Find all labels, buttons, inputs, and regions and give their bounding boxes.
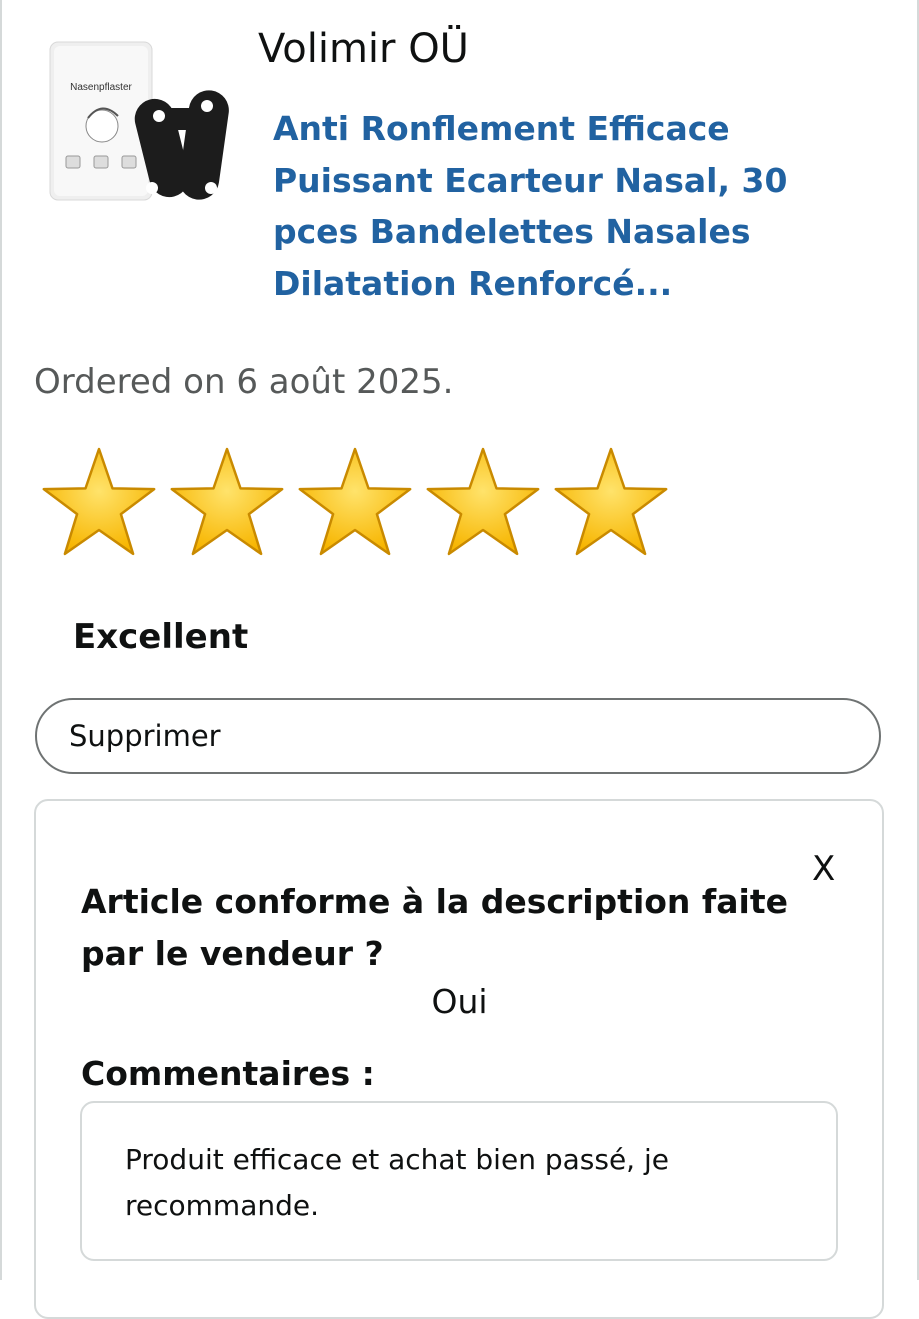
conformity-question: Article conforme à la description faite … xyxy=(81,882,789,973)
star-icon[interactable] xyxy=(166,447,288,559)
star-icon[interactable] xyxy=(550,447,672,559)
delete-button[interactable]: Supprimer xyxy=(35,698,881,774)
comments-label: Commentaires : xyxy=(81,1054,375,1093)
star-icon[interactable] xyxy=(294,447,416,559)
product-image-label: Nasenpflaster xyxy=(70,82,132,93)
product-image[interactable]: Nasenpflaster xyxy=(44,38,234,208)
rating-label: Excellent xyxy=(73,617,249,657)
star-icon[interactable] xyxy=(38,447,160,559)
product-title-link[interactable]: Anti Ronflement Efficace Puissant Ecarte… xyxy=(273,103,833,309)
star-icon[interactable] xyxy=(422,447,544,559)
comment-text: Produit efficace et achat bien passé, je… xyxy=(125,1143,669,1222)
order-date: Ordered on 6 août 2025. xyxy=(34,362,454,402)
seller-name: Volimir OÜ xyxy=(258,26,469,72)
conformity-answer: Oui xyxy=(431,982,488,1021)
star-rating[interactable] xyxy=(38,447,678,559)
left-border xyxy=(0,0,2,1280)
